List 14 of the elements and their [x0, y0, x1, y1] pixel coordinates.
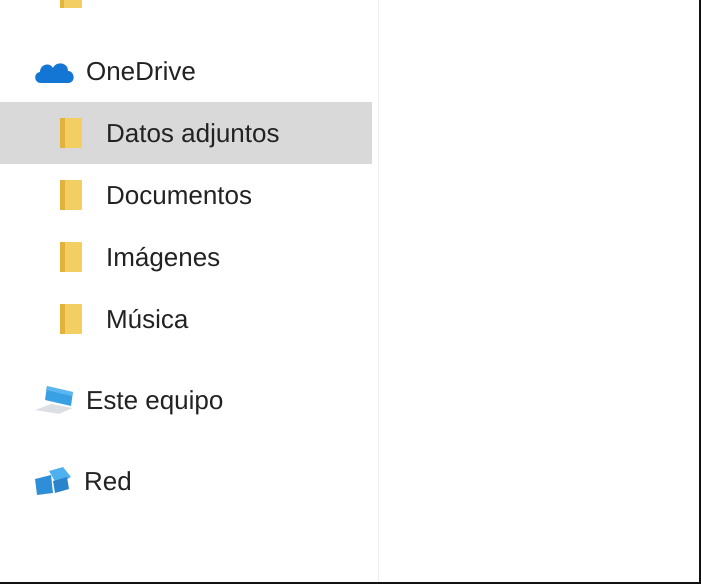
- nav-item[interactable]: Este equipo: [0, 369, 372, 431]
- nav-item[interactable]: OneDrive: [0, 40, 372, 102]
- nav-item[interactable]: Datos adjuntos: [0, 102, 372, 164]
- computer-icon: [33, 384, 75, 416]
- folder-icon: [60, 242, 82, 272]
- nav-item[interactable]: Música: [0, 288, 372, 350]
- nav-item[interactable]: Imágenes: [0, 226, 372, 288]
- folder-icon: [60, 118, 82, 148]
- folder-icon: [60, 304, 82, 334]
- nav-item[interactable]: Documentos: [0, 164, 372, 226]
- folder-icon: [60, 180, 82, 210]
- nav-item[interactable]: Red: [0, 450, 372, 512]
- network-icon: [33, 465, 73, 497]
- folder-icon: [60, 0, 82, 8]
